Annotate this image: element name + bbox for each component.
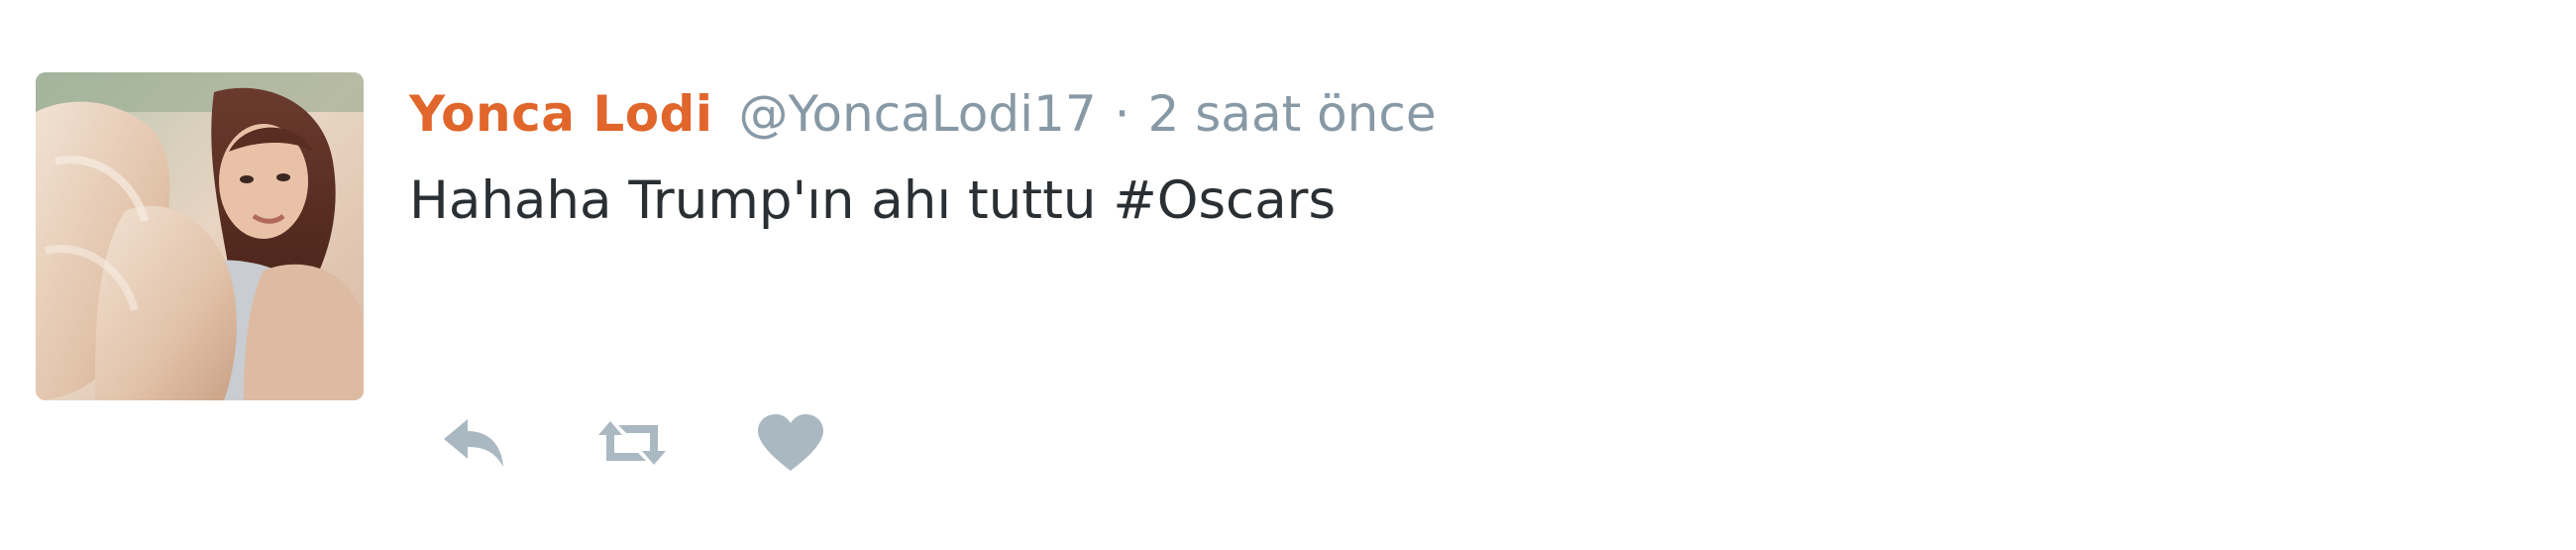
timestamp[interactable]: 2 saat önce — [1148, 85, 1437, 143]
heart-icon — [758, 414, 823, 471]
tweet-text-body: Hahaha Trump'ın ahı tuttu — [409, 170, 1114, 231]
reply-icon — [444, 419, 503, 467]
meta-separator: · — [1114, 85, 1130, 143]
hashtag-link[interactable]: #Oscars — [1113, 170, 1336, 231]
tweet-text: Hahaha Trump'ın ahı tuttu #Oscars — [409, 170, 1336, 231]
avatar[interactable] — [36, 72, 364, 400]
tweet-actions — [434, 408, 830, 478]
tweet-card: Yonca Lodi @YoncaLodi17 · 2 saat önce Ha… — [0, 0, 2576, 550]
retweet-icon — [598, 421, 666, 465]
reply-button[interactable] — [434, 408, 513, 478]
avatar-image — [36, 72, 364, 400]
like-button[interactable] — [751, 408, 830, 478]
display-name[interactable]: Yonca Lodi — [409, 85, 713, 143]
retweet-button[interactable] — [592, 408, 672, 478]
user-handle[interactable]: @YoncaLodi17 — [739, 85, 1097, 143]
tweet-header: Yonca Lodi @YoncaLodi17 · 2 saat önce — [409, 85, 1437, 155]
